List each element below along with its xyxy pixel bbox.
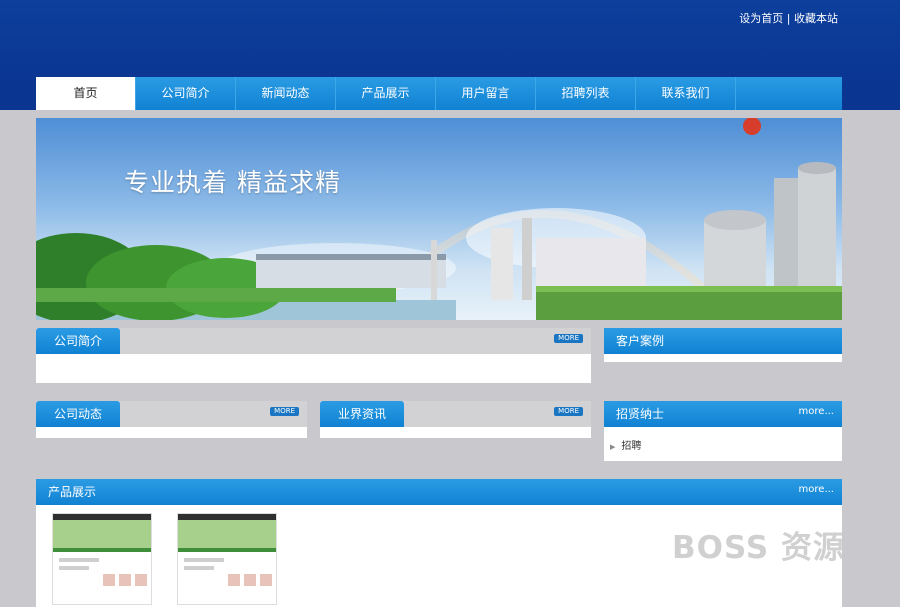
nav-item-home[interactable]: 首页 [36,77,136,110]
recruit-more-link[interactable]: more... [799,406,834,417]
product-thumbnail[interactable] [52,513,152,605]
banner-illustration [36,118,842,320]
nav-item-contact[interactable]: 联系我们 [636,77,736,110]
top-links: 设为首页 | 收藏本站 [739,10,838,26]
top-links-separator: | [786,12,791,25]
industry-news-more-button[interactable]: MORE [554,407,583,416]
company-intro-tab[interactable]: 公司简介 [36,328,121,354]
company-news-more-button[interactable]: MORE [270,407,299,416]
product-thumbnail[interactable] [177,513,277,605]
recruit-panel: 招贤纳士 more... ▶ 招聘 [604,401,842,461]
list-item[interactable]: ▶ 招聘 [610,437,641,452]
nav-item-jobs[interactable]: 招聘列表 [536,77,636,110]
client-cases-title[interactable]: 客户案例 [616,328,664,354]
recruit-title[interactable]: 招贤纳士 [616,401,664,427]
watermark: BOSS 资源 [672,530,846,566]
recruit-header: 招贤纳士 more... [604,401,842,427]
company-news-panel: 公司动态 MORE [36,401,307,438]
industry-news-tab[interactable]: 业界资讯 [320,401,405,427]
industry-news-panel: 业界资讯 MORE [320,401,591,438]
nav-item-products[interactable]: 产品展示 [336,77,436,110]
arrow-icon: ▶ [610,443,616,451]
main-nav: 首页 公司简介 新闻动态 产品展示 用户留言 招聘列表 联系我们 [36,77,842,110]
recruit-item-label: 招聘 [621,441,642,452]
client-cases-header: 客户案例 [604,328,842,354]
client-cases-panel: 客户案例 [604,328,842,362]
set-home-link[interactable]: 设为首页 [739,12,783,25]
nav-item-company-intro[interactable]: 公司简介 [136,77,236,110]
bookmark-link[interactable]: 收藏本站 [794,12,838,25]
products-more-link[interactable]: more... [799,484,834,495]
company-news-tab[interactable]: 公司动态 [36,401,121,427]
hero-banner: 专业执着 精益求精 [36,118,842,320]
banner-slogan: 专业执着 精益求精 [124,168,341,197]
nav-item-guestbook[interactable]: 用户留言 [436,77,536,110]
nav-item-news[interactable]: 新闻动态 [236,77,336,110]
company-intro-more-button[interactable]: MORE [554,334,583,343]
products-header: 产品展示 more... [36,479,842,505]
products-title[interactable]: 产品展示 [48,479,96,505]
company-intro-panel: 公司简介 MORE [36,328,591,383]
